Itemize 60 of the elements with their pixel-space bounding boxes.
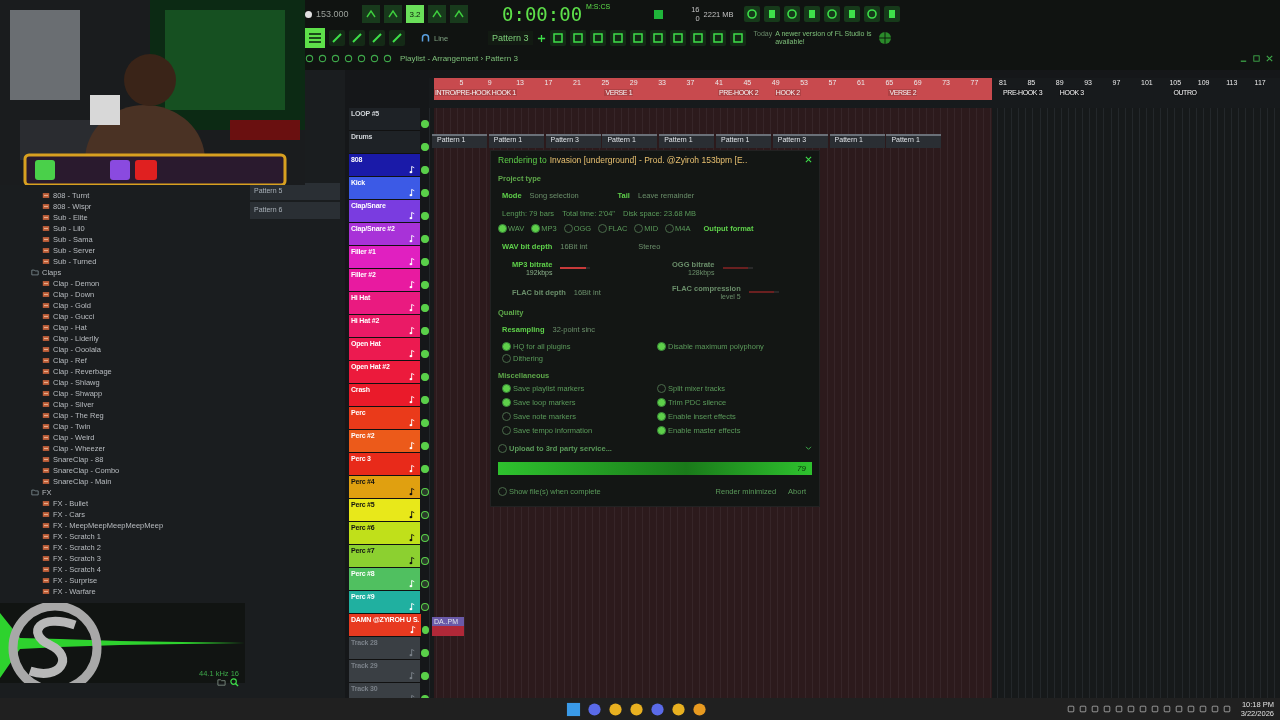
checkbox[interactable] <box>657 426 666 435</box>
chevron-icon <box>431 8 443 20</box>
note-icon <box>409 303 417 312</box>
note-icon <box>409 579 417 588</box>
note-icon <box>410 625 417 634</box>
note-icon <box>409 671 417 680</box>
toolbar-button[interactable] <box>362 5 380 23</box>
checkbox[interactable] <box>502 342 511 351</box>
note-icon <box>409 441 417 450</box>
checkbox[interactable] <box>657 412 666 421</box>
note-icon <box>409 188 417 197</box>
checkbox[interactable] <box>502 384 511 393</box>
magnet-icon[interactable] <box>421 33 430 43</box>
note-icon <box>409 165 417 174</box>
checkbox[interactable] <box>657 342 666 351</box>
checkbox[interactable] <box>531 224 541 233</box>
toolbar-button[interactable]: 3.2 <box>406 5 424 23</box>
toolbar-button[interactable] <box>450 5 468 23</box>
checkbox[interactable] <box>502 398 511 407</box>
note-icon <box>409 326 417 335</box>
tempo-display[interactable]: 153.000 <box>316 9 358 19</box>
chevron-icon <box>365 8 377 20</box>
note-icon <box>409 211 417 220</box>
note-icon <box>409 395 417 404</box>
note-icon <box>409 648 417 657</box>
file-name: Invasion [underground] - Prod. @Zyiroh 153bpm [E.. <box>549 154 748 165</box>
toolbar-button[interactable] <box>384 5 402 23</box>
note-icon <box>409 464 417 473</box>
globe-icon[interactable] <box>877 30 894 46</box>
windows-icon[interactable] <box>566 701 581 717</box>
note-icon <box>409 257 417 266</box>
progress-text: 79 <box>797 464 806 473</box>
note-icon <box>409 556 417 565</box>
dot-icon[interactable] <box>305 10 312 18</box>
note-icon <box>409 533 417 542</box>
toolbar-button[interactable] <box>428 5 446 23</box>
dialog-title: Rendering to <box>498 154 547 165</box>
chevron-icon <box>453 8 465 20</box>
time-display: 0:00:00 <box>502 3 583 25</box>
checkbox[interactable] <box>498 224 507 233</box>
breadcrumb: Playlist - Arrangement › Pattern 3 <box>400 53 518 63</box>
note-icon <box>409 418 417 427</box>
note-icon <box>409 372 417 381</box>
plus-icon[interactable] <box>536 33 546 43</box>
note-icon <box>409 349 417 358</box>
close-icon[interactable] <box>1265 53 1274 63</box>
checkbox[interactable] <box>657 398 666 407</box>
chevron-icon[interactable] <box>805 446 812 451</box>
chevron-icon <box>387 8 399 20</box>
note-icon <box>409 487 417 496</box>
note-icon <box>409 510 417 519</box>
note-icon <box>409 280 417 289</box>
maximize-icon[interactable] <box>1252 53 1261 63</box>
pattern-selector[interactable]: Pattern 3 <box>488 31 533 45</box>
close-icon[interactable] <box>805 156 812 163</box>
playlist-icon[interactable] <box>305 28 325 48</box>
note-icon <box>409 234 417 243</box>
square-icon <box>654 9 664 19</box>
note-icon <box>409 602 417 611</box>
search-icon[interactable] <box>230 678 239 687</box>
